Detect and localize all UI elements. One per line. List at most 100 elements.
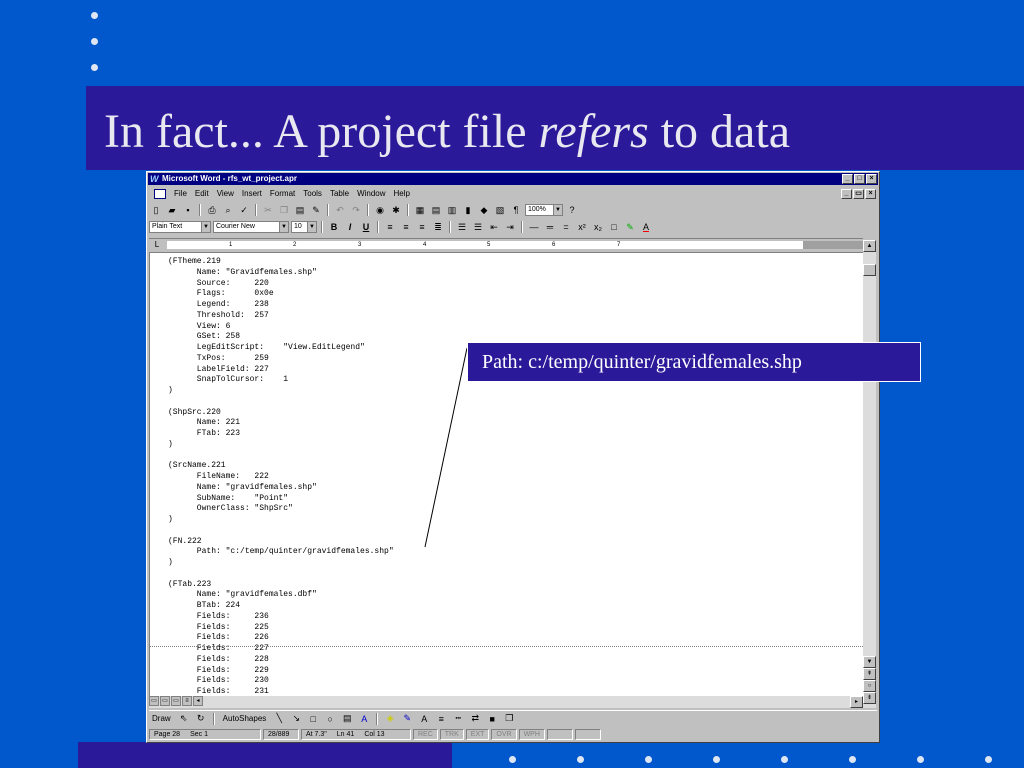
superscript-icon[interactable]: x²: [575, 221, 589, 234]
subscript-icon[interactable]: x₂: [591, 221, 605, 234]
zoom-select[interactable]: 100% ▼: [525, 204, 563, 216]
document-line[interactable]: Flags: 0x0e: [168, 289, 394, 300]
format-painter-icon[interactable]: ✎: [309, 204, 323, 217]
document-line[interactable]: ): [168, 440, 394, 451]
menu-format[interactable]: Format: [266, 187, 299, 200]
document-line[interactable]: (FTheme.219: [168, 257, 394, 268]
line-color-icon[interactable]: ✎: [400, 712, 414, 725]
draw-menu[interactable]: Draw: [149, 714, 174, 723]
print-preview-icon[interactable]: ⌕: [221, 204, 235, 217]
menu-window[interactable]: Window: [353, 187, 389, 200]
open-icon[interactable]: ▰: [165, 204, 179, 217]
drawing-font-color-icon[interactable]: A: [417, 712, 431, 725]
align-center-icon[interactable]: ≡: [399, 221, 413, 234]
paste-icon[interactable]: ▤: [293, 204, 307, 217]
spelling-icon[interactable]: ✓: [237, 204, 251, 217]
document-map-icon[interactable]: ▧: [493, 204, 507, 217]
menu-edit[interactable]: Edit: [191, 187, 213, 200]
fill-color-icon[interactable]: ◈: [383, 712, 397, 725]
document-line[interactable]: Source: 220: [168, 279, 394, 290]
document-line[interactable]: Name: "gravidfemales.shp": [168, 483, 394, 494]
shadow-icon[interactable]: ■: [485, 712, 499, 725]
columns-icon[interactable]: ▮: [461, 204, 475, 217]
hyperlink-icon[interactable]: ✱: [389, 204, 403, 217]
document-line[interactable]: Fields: 225: [168, 623, 394, 634]
horizontal-scrollbar[interactable]: ▭ ▭ ▭ ≡ ◂ ▸: [149, 696, 863, 708]
document-line[interactable]: GSet: 258: [168, 332, 394, 343]
document-icon[interactable]: [154, 188, 166, 199]
document-line[interactable]: [168, 569, 394, 580]
document-line[interactable]: SnapTolCursor: 1: [168, 375, 394, 386]
equal-icon[interactable]: =: [559, 221, 573, 234]
document-line[interactable]: TxPos: 259: [168, 354, 394, 365]
ruler[interactable]: L 1 2 3 4 5 6 7: [149, 238, 863, 250]
scroll-down-icon[interactable]: ▼: [863, 656, 876, 668]
style-select[interactable]: Plain Text ▼: [149, 221, 211, 233]
insert-table-icon[interactable]: ▤: [429, 204, 443, 217]
select-objects-icon[interactable]: ⇖: [177, 712, 191, 725]
tables-borders-icon[interactable]: ▦: [413, 204, 427, 217]
document-line[interactable]: LabelField: 227: [168, 365, 394, 376]
vertical-scrollbar[interactable]: ▲ ▼ ⇞ ○ ⇟: [863, 240, 876, 708]
document-line[interactable]: [168, 451, 394, 462]
free-rotate-icon[interactable]: ↻: [194, 712, 208, 725]
status-ovr[interactable]: OVR: [491, 729, 517, 740]
document-line[interactable]: ): [168, 558, 394, 569]
document-line[interactable]: ): [168, 515, 394, 526]
3d-icon[interactable]: ❒: [502, 712, 516, 725]
document-line[interactable]: FileName: 222: [168, 472, 394, 483]
status-rec[interactable]: REC: [413, 729, 438, 740]
document-text[interactable]: (FTheme.219 Name: "Gravidfemales.shp" So…: [168, 257, 394, 696]
autoshapes-menu[interactable]: AutoShapes: [220, 714, 270, 723]
border-icon[interactable]: □: [607, 221, 621, 234]
document-line[interactable]: Fields: 236: [168, 612, 394, 623]
doc-restore-button[interactable]: ▭: [853, 189, 864, 199]
previous-page-icon[interactable]: ⇞: [863, 668, 876, 680]
rectangle-icon[interactable]: □: [306, 712, 320, 725]
document-line[interactable]: View: 6: [168, 322, 394, 333]
status-trk[interactable]: TRK: [439, 729, 464, 740]
maximize-button[interactable]: □: [854, 174, 865, 184]
show-hide-icon[interactable]: ¶: [509, 204, 523, 217]
document-line[interactable]: Name: 221: [168, 418, 394, 429]
scroll-right-icon[interactable]: ▸: [850, 696, 863, 708]
copy-icon[interactable]: ❐: [277, 204, 291, 217]
scroll-thumb[interactable]: [863, 264, 876, 276]
document-line[interactable]: Legend: 238: [168, 300, 394, 311]
document-line[interactable]: Fields: 231: [168, 687, 394, 696]
outline-view-icon[interactable]: ≡: [182, 696, 192, 706]
document-line[interactable]: Path: "c:/temp/quinter/gravidfemales.shp…: [168, 547, 394, 558]
increase-indent-icon[interactable]: ⇥: [503, 221, 517, 234]
text-box-icon[interactable]: ▤: [340, 712, 354, 725]
next-page-icon[interactable]: ⇟: [863, 692, 876, 704]
line-style-icon[interactable]: ≡: [434, 712, 448, 725]
bullets-icon[interactable]: ☰: [471, 221, 485, 234]
help-icon[interactable]: ?: [565, 204, 579, 217]
undo-icon[interactable]: ↶: [333, 204, 347, 217]
document-line[interactable]: BTab: 224: [168, 601, 394, 612]
window-titlebar[interactable]: W Microsoft Word - rfs_wt_project.apr _ …: [148, 173, 878, 185]
document-line[interactable]: (FTab.223: [168, 580, 394, 591]
align-right-icon[interactable]: ≡: [415, 221, 429, 234]
strikethrough-icon[interactable]: —: [527, 221, 541, 234]
scroll-up-icon[interactable]: ▲: [863, 240, 876, 252]
web-toolbar-icon[interactable]: ◉: [373, 204, 387, 217]
print-icon[interactable]: ⎙: [205, 204, 219, 217]
document-line[interactable]: FTab: 223: [168, 429, 394, 440]
wordart-icon[interactable]: A: [357, 712, 371, 725]
document-line[interactable]: (FN.222: [168, 537, 394, 548]
menu-table[interactable]: Table: [326, 187, 353, 200]
document-line[interactable]: [168, 397, 394, 408]
tab-stop-icon[interactable]: L: [151, 239, 163, 250]
menu-help[interactable]: Help: [390, 187, 414, 200]
cut-icon[interactable]: ✂: [261, 204, 275, 217]
document-line[interactable]: OwnerClass: "ShpSrc": [168, 504, 394, 515]
numbering-icon[interactable]: ☰: [455, 221, 469, 234]
document-page[interactable]: (FTheme.219 Name: "Gravidfemales.shp" So…: [149, 252, 863, 696]
document-line[interactable]: LegEditScript: "View.EditLegend": [168, 343, 394, 354]
menu-insert[interactable]: Insert: [238, 187, 266, 200]
align-left-icon[interactable]: ≡: [383, 221, 397, 234]
select-browse-object-icon[interactable]: ○: [863, 680, 876, 692]
redo-icon[interactable]: ↷: [349, 204, 363, 217]
menu-file[interactable]: File: [170, 187, 191, 200]
